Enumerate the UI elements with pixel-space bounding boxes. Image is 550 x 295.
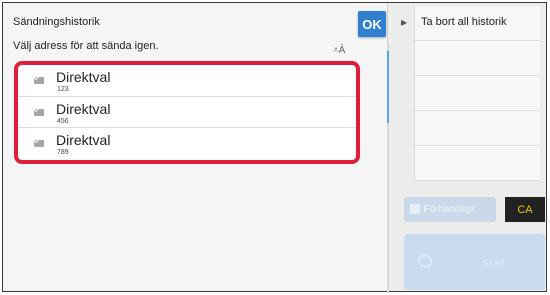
delete-all-history-action[interactable]: Ta bort all historik bbox=[415, 6, 540, 41]
item-number: 456 bbox=[57, 117, 69, 125]
item-name: Direktval bbox=[56, 69, 111, 85]
ca-button[interactable]: CA bbox=[505, 197, 545, 222]
item-name: Direktval bbox=[56, 132, 111, 149]
list-item[interactable]: Direktval 789 bbox=[18, 128, 356, 160]
start-icon bbox=[418, 254, 432, 268]
preview-icon bbox=[410, 204, 420, 214]
item-number: 789 bbox=[57, 149, 69, 157]
preview-button[interactable]: Förhandsgr. bbox=[404, 197, 496, 222]
preview-label: Förhandsgr. bbox=[423, 204, 477, 215]
action-empty-row bbox=[415, 76, 540, 111]
font-size-icon[interactable]: ⩡Ā bbox=[333, 45, 345, 56]
action-empty-row bbox=[415, 41, 540, 76]
start-label: Start bbox=[482, 258, 506, 270]
history-dialog: Sändningshistorik Välj adress för att sä… bbox=[3, 3, 389, 293]
history-list: Direktval 123 Direktval 456 Direktval 78… bbox=[14, 61, 360, 164]
mail-icon bbox=[34, 108, 44, 116]
item-name: Direktval bbox=[56, 100, 111, 117]
mail-icon bbox=[34, 140, 44, 148]
panel-toggle-arrow-icon[interactable]: ▶ bbox=[401, 18, 407, 27]
action-list: Ta bort all historik bbox=[414, 6, 540, 181]
ok-button[interactable]: OK bbox=[358, 11, 386, 37]
start-button[interactable]: Start bbox=[404, 234, 545, 290]
list-item[interactable]: Direktval 456 bbox=[18, 97, 356, 129]
item-number: 123 bbox=[57, 86, 69, 93]
action-empty-row bbox=[415, 146, 540, 181]
action-empty-row bbox=[415, 111, 540, 146]
mail-icon bbox=[34, 77, 44, 84]
dialog-subtitle: Välj adress för att sända igen. bbox=[13, 40, 159, 52]
list-item[interactable]: Direktval 123 bbox=[18, 65, 356, 97]
dialog-title: Sändningshistorik bbox=[13, 16, 100, 28]
